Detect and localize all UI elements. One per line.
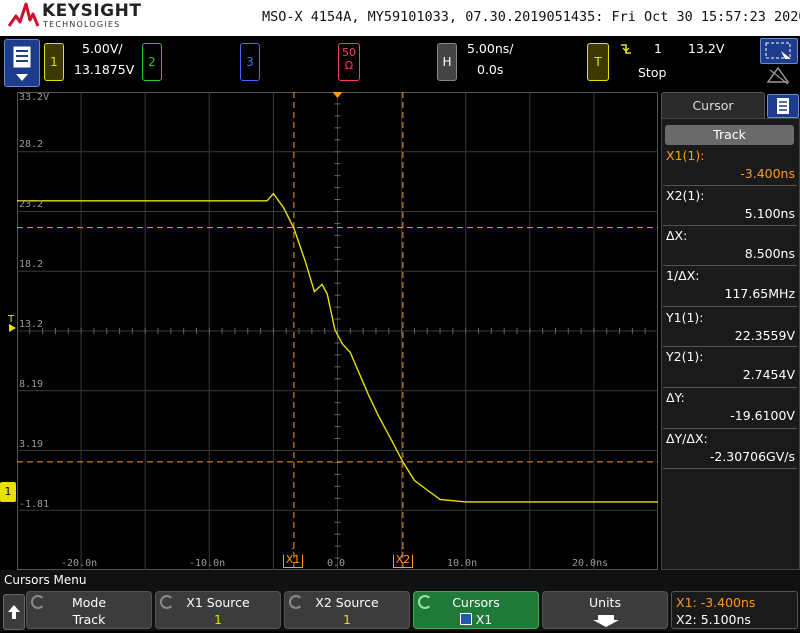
trigger-level: 13.2V [688, 41, 725, 56]
y-axis-label: -1.81 [19, 499, 50, 510]
y2-readout: Y2(1): 2.7454V [666, 349, 795, 382]
instrument-title: MSO-X 4154A, MY59101033, 07.30.201905143… [262, 9, 800, 25]
cursor-info-panel: Cursor Track X1(1): -3.400ns X2(1): 5.10… [661, 92, 800, 570]
up-arrow-icon [8, 605, 20, 619]
brand-name: KEYSIGHT [42, 1, 142, 21]
units-softkey[interactable]: Units [542, 591, 668, 629]
x1-readout-short: X1: -3.400ns [676, 595, 756, 610]
channel-1-ground-marker[interactable]: 1 [0, 482, 16, 502]
x-axis-label: -10.0n [189, 558, 226, 569]
channel-4-impedance: 50 [342, 46, 356, 59]
channel-1-scale: 5.00V/ [82, 41, 123, 56]
channel-2-key[interactable]: 2 [142, 43, 162, 81]
time-position: 0.0s [477, 62, 504, 77]
cursor-readout-box: X1: -3.400ns X2: 5.100ns [671, 591, 798, 629]
top-header: KEYSIGHT TECHNOLOGIES MSO-X 4154A, MY591… [0, 0, 800, 36]
cursors-selected: X1 [475, 612, 493, 627]
checkbox-icon [459, 613, 472, 625]
falling-edge-icon [621, 44, 631, 54]
channel-1-offset: 13.1875V [74, 62, 135, 77]
acquisition-status: Stop [638, 65, 667, 80]
keysight-logo-icon [7, 2, 40, 27]
y-axis-label: 18.2 [19, 259, 44, 270]
graticule [16, 91, 658, 571]
horizontal-key-label: H [442, 55, 452, 69]
channel-4-key[interactable]: 50 Ω [338, 43, 360, 81]
zoom-icon [766, 66, 790, 85]
trigger-level-marker[interactable]: T [8, 314, 18, 332]
trigger-key[interactable]: T [587, 43, 609, 81]
trigger-position-marker [332, 92, 343, 98]
track-mode-button[interactable]: Track [665, 125, 794, 145]
x-axis-label: 20.0ns [572, 558, 609, 569]
delta-x-readout: ΔX: 8.500ns [666, 228, 795, 261]
y-axis-label: 13.2 [19, 319, 44, 330]
x1-readout: X1(1): -3.400ns [666, 148, 795, 181]
main-menu-button[interactable] [4, 39, 40, 87]
x2-source-softkey[interactable]: X2 Source 1 [284, 591, 410, 629]
delta-y-over-delta-x-readout: ΔY/ΔX: -2.30706GV/s [666, 431, 795, 464]
x-axis-label: -20.0n [61, 558, 98, 569]
cursor-select-icon [765, 42, 791, 59]
y-axis-label: 3.19 [19, 439, 44, 450]
y1-readout: Y1(1): 22.3559V [666, 310, 795, 343]
y-axis-label: 28.2 [19, 139, 44, 150]
zoom-tool-button[interactable] [760, 64, 796, 86]
back-button[interactable] [3, 594, 25, 630]
delta-y-readout: ΔY: -19.6100V [666, 390, 795, 423]
mode-softkey[interactable]: Mode Track [26, 591, 152, 629]
x-axis-label: 0.0 [327, 558, 346, 569]
inverse-delta-x-readout: 1/ΔX: 117.65MHz [666, 268, 795, 301]
waveform-display[interactable]: 33.2V 28.2 23.2 18.2 13.2 8.19 3.19 -1.8… [16, 91, 658, 571]
y-axis-label: 23.2 [19, 199, 44, 210]
trigger-source: 1 [654, 41, 662, 56]
y-axis-label: 33.2V [19, 92, 50, 103]
channel-3-key[interactable]: 3 [240, 43, 260, 81]
cursors-softkey[interactable]: Cursors X1 [413, 591, 539, 629]
trigger-arrow-icon [9, 324, 16, 332]
x-axis-label: 10.0n [447, 558, 478, 569]
channel-2-number: 2 [148, 55, 156, 69]
channel-3-number: 3 [246, 55, 254, 69]
panel-menu-button[interactable] [767, 94, 799, 118]
menu-icon [12, 45, 32, 81]
tab-cursor[interactable]: Cursor [661, 92, 765, 119]
x2-readout-short: X2: 5.100ns [676, 612, 751, 627]
y-axis-label: 8.19 [19, 379, 44, 390]
horizontal-key[interactable]: H [437, 43, 457, 81]
channel-1-number: 1 [50, 55, 58, 69]
trigger-key-label: T [594, 55, 602, 69]
down-arrow-icon [593, 615, 619, 627]
time-scale: 5.00ns/ [467, 41, 514, 56]
control-strip: 1 5.00V/ 13.1875V 2 3 50 Ω H 5.00ns/ 0.0… [0, 36, 800, 92]
ohm-symbol: Ω [344, 59, 354, 72]
x2-readout: X2(1): 5.100ns [666, 188, 795, 221]
channel-1-key[interactable]: 1 [44, 43, 64, 81]
brand-sub: TECHNOLOGIES [43, 20, 121, 29]
cursor-tool-button[interactable] [760, 38, 798, 64]
list-icon [777, 98, 789, 114]
menu-title: Cursors Menu [4, 573, 87, 587]
x1-source-softkey[interactable]: X1 Source 1 [155, 591, 281, 629]
